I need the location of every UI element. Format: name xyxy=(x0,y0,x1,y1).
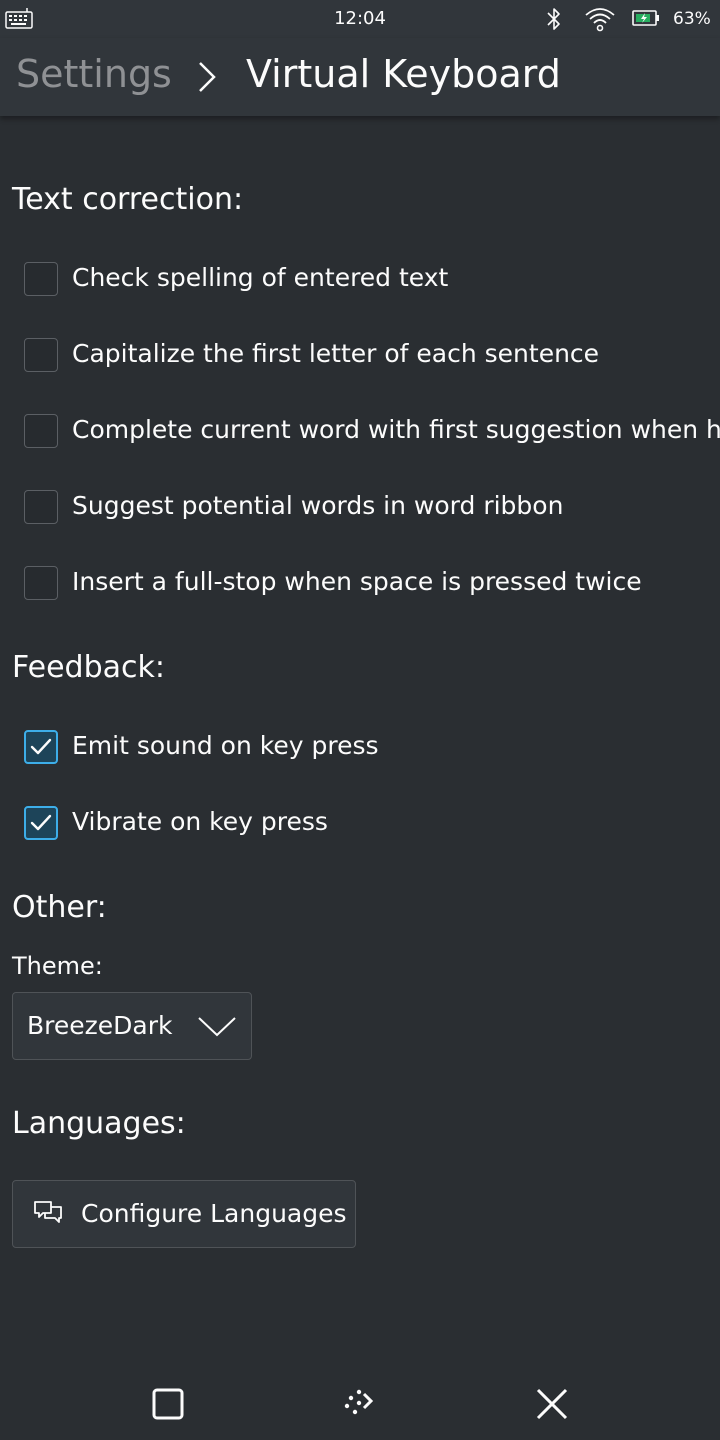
checkbox-full-stop[interactable]: Insert a full-stop when space is pressed… xyxy=(24,564,720,604)
checkbox-unchecked-icon[interactable] xyxy=(24,338,58,372)
checkbox-label: Capitalize the first letter of each sent… xyxy=(72,339,600,368)
task-switcher-button[interactable] xyxy=(148,1384,188,1424)
checkbox-emit-sound[interactable]: Emit sound on key press xyxy=(24,728,720,768)
square-icon xyxy=(152,1388,184,1420)
page-header: Settings Virtual Keyboard xyxy=(0,38,720,116)
checkbox-unchecked-icon[interactable] xyxy=(24,490,58,524)
bluetooth-icon xyxy=(544,6,564,32)
chevron-right-icon xyxy=(196,60,218,94)
battery-icon xyxy=(632,9,660,27)
checkbox-unchecked-icon[interactable] xyxy=(24,414,58,448)
home-button[interactable] xyxy=(338,1384,378,1424)
checkbox-label: Vibrate on key press xyxy=(72,807,328,836)
navigation-bar xyxy=(0,1366,720,1440)
theme-label: Theme: xyxy=(12,952,103,980)
theme-select-value: BreezeDark xyxy=(27,1011,173,1040)
theme-select[interactable]: BreezeDark xyxy=(12,992,252,1060)
breadcrumb-settings[interactable]: Settings xyxy=(16,52,172,96)
configure-languages-button[interactable]: Configure Languages xyxy=(12,1180,356,1248)
close-icon xyxy=(536,1388,568,1420)
configure-languages-label: Configure Languages xyxy=(81,1199,347,1228)
checkbox-check-spelling[interactable]: Check spelling of entered text xyxy=(24,260,720,300)
home-dots-icon xyxy=(344,1389,374,1415)
checkbox-label: Complete current word with first suggest… xyxy=(72,415,720,444)
checkbox-unchecked-icon[interactable] xyxy=(24,566,58,600)
checkbox-complete-word[interactable]: Complete current word with first suggest… xyxy=(24,412,720,452)
section-title-languages: Languages: xyxy=(12,1106,186,1141)
settings-content[interactable]: Text correction: Check spelling of enter… xyxy=(0,116,720,1366)
battery-level: 63% xyxy=(673,9,711,29)
close-app-button[interactable] xyxy=(532,1384,572,1424)
checkbox-label: Check spelling of entered text xyxy=(72,263,449,292)
checkbox-unchecked-icon[interactable] xyxy=(24,262,58,296)
section-title-text-correction: Text correction: xyxy=(12,182,244,217)
checkbox-label: Suggest potential words in word ribbon xyxy=(72,491,564,520)
wifi-icon xyxy=(584,6,616,32)
section-title-feedback: Feedback: xyxy=(12,650,165,685)
checkbox-capitalize[interactable]: Capitalize the first letter of each sent… xyxy=(24,336,720,376)
checkbox-label: Insert a full-stop when space is pressed… xyxy=(72,567,642,596)
chat-bubbles-icon xyxy=(33,1199,63,1229)
checkbox-checked-icon[interactable] xyxy=(24,806,58,840)
checkbox-checked-icon[interactable] xyxy=(24,730,58,764)
status-bar: 12:04 63% xyxy=(0,0,720,38)
page-title: Virtual Keyboard xyxy=(246,52,561,96)
checkbox-suggest-words[interactable]: Suggest potential words in word ribbon xyxy=(24,488,720,528)
checkbox-vibrate[interactable]: Vibrate on key press xyxy=(24,804,720,844)
checkbox-label: Emit sound on key press xyxy=(72,731,379,760)
section-title-other: Other: xyxy=(12,890,107,925)
chevron-down-icon xyxy=(197,1015,237,1039)
